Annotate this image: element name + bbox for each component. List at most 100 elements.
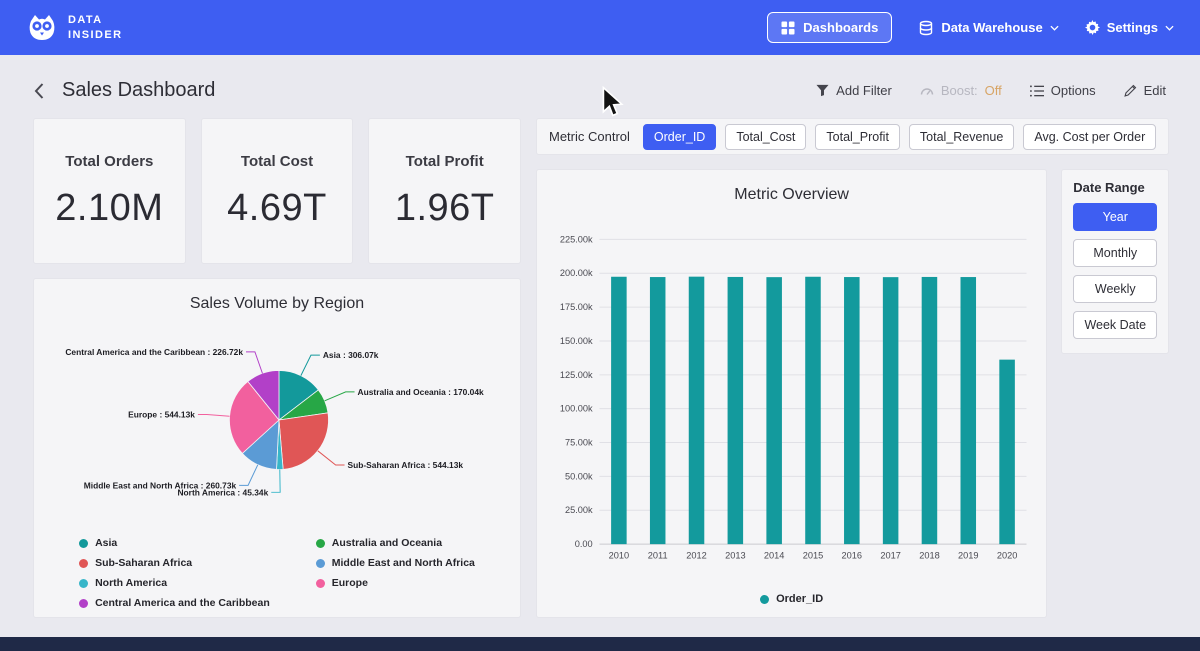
legend-label: Central America and the Caribbean — [95, 597, 270, 609]
legend-dot-icon — [79, 539, 88, 548]
brand-name: DATA INSIDER — [68, 13, 122, 42]
legend-label: Sub-Saharan Africa — [95, 557, 192, 569]
boost-label: Boost: — [941, 83, 978, 98]
x-axis-tick-label: 2011 — [648, 551, 668, 561]
edit-button[interactable]: Edit — [1124, 83, 1166, 98]
pencil-edit-icon — [1124, 84, 1137, 97]
pie-chart-svg: Asia : 306.07kAustralia and Oceania : 17… — [46, 317, 508, 525]
boost-value: Off — [985, 83, 1002, 98]
date-range-panel: Date Range YearMonthlyWeeklyWeek Date — [1061, 169, 1169, 354]
back-button[interactable] — [34, 83, 44, 99]
chevron-left-icon — [34, 83, 44, 99]
bar-chart-title: Metric Overview — [549, 186, 1034, 204]
kpi-card-total-profit: Total Profit 1.96T — [368, 118, 521, 264]
bar-2017[interactable] — [883, 277, 899, 544]
legend-item-europe[interactable]: Europe — [316, 577, 475, 589]
legend-dot-icon — [79, 579, 88, 588]
date-range-button-year[interactable]: Year — [1073, 203, 1157, 231]
dashboard-header: Sales Dashboard Add Filter Boost: Off — [0, 55, 1200, 118]
pie-slice-label: Asia : 306.07k — [323, 350, 379, 360]
legend-item-asia[interactable]: Asia — [79, 537, 270, 549]
legend-item-australia-and-oceania[interactable]: Australia and Oceania — [316, 537, 475, 549]
bar-2019[interactable] — [961, 277, 977, 544]
legend-dot-icon — [316, 579, 325, 588]
y-axis-tick-label: 75.00k — [565, 437, 593, 447]
bar-2020[interactable] — [999, 360, 1015, 544]
pie-slice-label: Middle East and North Africa : 260.73k — [84, 480, 237, 490]
y-axis-tick-label: 225.00k — [560, 234, 593, 244]
legend-item-sub-saharan-africa[interactable]: Sub-Saharan Africa — [79, 557, 270, 569]
dashboards-grid-icon — [781, 21, 795, 35]
pie-slice-label: Central America and the Caribbean : 226.… — [65, 347, 243, 357]
metric-button-total-profit[interactable]: Total_Profit — [815, 124, 900, 150]
nav-settings[interactable]: Settings — [1085, 20, 1174, 35]
date-range-button-monthly[interactable]: Monthly — [1073, 239, 1157, 267]
x-axis-tick-label: 2013 — [725, 551, 746, 561]
y-axis-tick-label: 50.00k — [565, 471, 593, 481]
bar-2011[interactable] — [650, 277, 666, 544]
bar-2013[interactable] — [728, 277, 744, 544]
metric-button-total-revenue[interactable]: Total_Revenue — [909, 124, 1014, 150]
pie-chart-card: Sales Volume by Region Asia : 306.07kAus… — [33, 278, 521, 618]
bar-2012[interactable] — [689, 277, 705, 544]
filter-icon — [816, 84, 829, 97]
metric-control-bar: Metric Control Order_ID Total_Cost Total_P… — [536, 118, 1169, 155]
legend-dot-icon — [79, 559, 88, 568]
bar-2018[interactable] — [922, 277, 938, 544]
kpi-label: Total Profit — [406, 153, 484, 170]
x-axis-tick-label: 2020 — [997, 551, 1018, 561]
pie-slice-label: Europe : 544.13k — [128, 409, 195, 419]
x-axis-tick-label: 2016 — [842, 551, 863, 561]
list-options-icon — [1030, 85, 1044, 97]
dashboard-grid: Total Orders 2.10M Total Cost 4.69T Tota… — [0, 118, 1200, 618]
bar-2015[interactable] — [805, 277, 821, 544]
bar-legend-label: Order_ID — [776, 593, 823, 605]
options-button[interactable]: Options — [1030, 83, 1096, 98]
y-axis-tick-label: 0.00 — [575, 539, 593, 549]
add-filter-button[interactable]: Add Filter — [816, 83, 892, 98]
brand[interactable]: DATA INSIDER — [26, 12, 122, 44]
bar-2014[interactable] — [766, 277, 782, 544]
metric-button-avg-cost-per-order[interactable]: Avg. Cost per Order — [1023, 124, 1156, 150]
legend-label: Middle East and North Africa — [332, 557, 475, 569]
x-axis-tick-label: 2017 — [880, 551, 901, 561]
bar-chart-card: Metric Overview 0.0025.00k50.00k75.00k10… — [536, 169, 1047, 618]
metric-control-buttons: Order_ID Total_Cost Total_Profit Total_Reve… — [643, 124, 1156, 150]
y-axis-tick-label: 175.00k — [560, 302, 593, 312]
x-axis-tick-label: 2019 — [958, 551, 979, 561]
legend-dot-icon — [760, 595, 769, 604]
legend-dot-icon — [79, 599, 88, 608]
gear-icon — [1085, 20, 1100, 35]
pie-slice-sub-saharan-africa[interactable] — [279, 413, 329, 469]
boost-toggle[interactable]: Boost: Off — [920, 83, 1002, 98]
metric-button-total-cost[interactable]: Total_Cost — [725, 124, 806, 150]
metric-button-order-id[interactable]: Order_ID — [643, 124, 716, 150]
pie-callout-line — [198, 414, 230, 416]
metric-control-label: Metric Control — [549, 129, 630, 144]
nav-data-warehouse[interactable]: Data Warehouse — [918, 20, 1058, 36]
date-range-button-week-date[interactable]: Week Date — [1073, 311, 1157, 339]
kpi-value: 2.10M — [55, 187, 163, 230]
legend-item-middle-east-and-north-africa[interactable]: Middle East and North Africa — [316, 557, 475, 569]
pie-callout-line — [271, 470, 280, 493]
kpi-card-total-cost: Total Cost 4.69T — [201, 118, 354, 264]
legend-item-north-america[interactable]: North America — [79, 577, 270, 589]
x-axis-tick-label: 2012 — [686, 551, 707, 561]
legend-label: Asia — [95, 537, 117, 549]
kpi-label: Total Cost — [241, 153, 313, 170]
pie-chart-title: Sales Volume by Region — [46, 295, 508, 313]
x-axis-tick-label: 2018 — [919, 551, 940, 561]
bar-chart-legend[interactable]: Order_ID — [549, 587, 1034, 607]
legend-label: Europe — [332, 577, 368, 589]
legend-item-central-america-and-the-caribbean[interactable]: Central America and the Caribbean — [79, 597, 270, 609]
date-range-button-weekly[interactable]: Weekly — [1073, 275, 1157, 303]
legend-label: Australia and Oceania — [332, 537, 442, 549]
chevron-down-icon — [1165, 25, 1174, 31]
y-axis-tick-label: 150.00k — [560, 336, 593, 346]
data-warehouse-icon — [918, 20, 934, 36]
x-axis-tick-label: 2014 — [764, 551, 785, 561]
bar-2016[interactable] — [844, 277, 860, 544]
nav-dashboards-button[interactable]: Dashboards — [767, 12, 892, 43]
bar-2010[interactable] — [611, 277, 627, 544]
kpi-value: 1.96T — [395, 187, 495, 230]
